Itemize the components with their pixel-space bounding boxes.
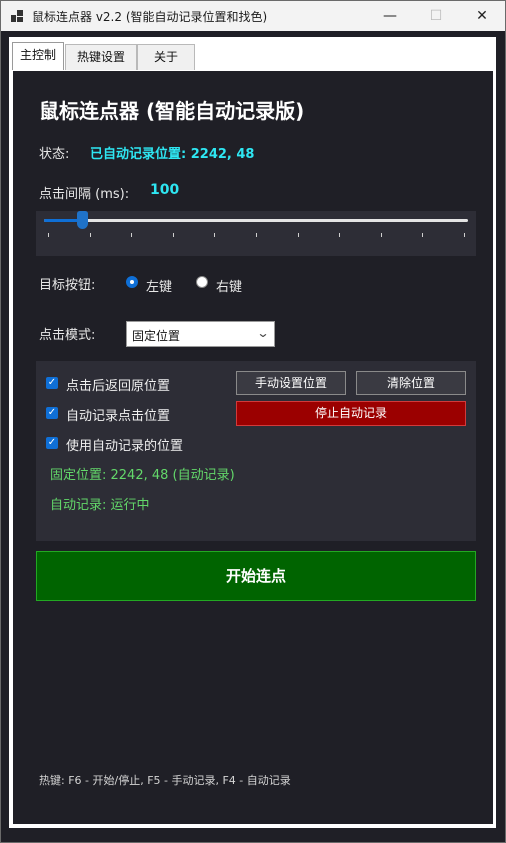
slider-tick [214,233,215,237]
slider-tick [422,233,423,237]
radio-left-label[interactable]: 左键 [146,276,172,295]
radio-right-button[interactable] [196,276,208,288]
click-mode-label: 点击模式: [39,328,96,343]
use-recorded-checkbox[interactable]: ✓ [46,437,58,449]
interval-label: 点击间隔 (ms): [39,187,130,202]
auto-record-label[interactable]: 自动记录点击位置 [66,405,170,424]
slider-tick [381,233,382,237]
slider-tick [173,233,174,237]
use-recorded-label[interactable]: 使用自动记录的位置 [66,435,183,454]
position-options-group: ✓ 点击后返回原位置 ✓ 自动记录点击位置 ✓ 使用自动记录的位置 手动设置位置… [36,361,476,541]
return-position-checkbox[interactable]: ✓ [46,377,58,389]
start-clicking-button[interactable]: 开始连点 [36,551,476,601]
auto-record-checkbox[interactable]: ✓ [46,407,58,419]
target-button-label: 目标按钮: [39,278,96,293]
stop-auto-record-button[interactable]: 停止自动记录 [236,401,466,426]
minimize-button[interactable]: — [367,1,413,31]
page-title: 鼠标连点器 (智能自动记录版) [39,99,305,123]
app-window: 鼠标连点器 v2.2 (智能自动记录位置和找色) — ☐ ✕ 主控制 热键设置 … [0,0,506,843]
slider-tick [339,233,340,237]
client-area: 主控制 热键设置 关于 鼠标连点器 (智能自动记录版) 状态: 已自动记录位置:… [9,37,496,828]
chevron-down-icon: ⌄ [256,326,270,340]
slider-tick [48,233,49,237]
click-mode-value: 固定位置 [132,329,181,343]
interval-slider[interactable] [36,211,476,256]
tab-about[interactable]: 关于 [137,44,195,70]
status-value: 已自动记录位置: 2242, 48 [90,147,255,162]
slider-tick [131,233,132,237]
radio-left-button[interactable] [126,276,138,288]
hotkeys-hint: 热键: F6 - 开始/停止, F5 - 手动记录, F4 - 自动记录 [39,774,291,787]
tab-hotkey-settings[interactable]: 热键设置 [65,44,137,70]
clear-position-button[interactable]: 清除位置 [356,371,466,395]
fixed-position-text: 固定位置: 2242, 48 (自动记录) [50,468,235,483]
main-control-panel: 鼠标连点器 (智能自动记录版) 状态: 已自动记录位置: 2242, 48 点击… [13,71,493,824]
return-position-label[interactable]: 点击后返回原位置 [66,375,170,394]
slider-tick [90,233,91,237]
slider-tick [464,233,465,237]
title-bar[interactable]: 鼠标连点器 v2.2 (智能自动记录位置和找色) — ☐ ✕ [1,1,505,31]
auto-record-status-text: 自动记录: 运行中 [50,498,150,513]
window-title: 鼠标连点器 v2.2 (智能自动记录位置和找色) [32,10,268,24]
slider-tick [256,233,257,237]
maximize-button[interactable]: ☐ [413,1,459,31]
slider-tick [298,233,299,237]
slider-thumb[interactable] [77,211,88,229]
status-label: 状态: [39,147,70,162]
close-button[interactable]: ✕ [459,1,505,31]
click-mode-select[interactable]: 固定位置 ⌄ [126,321,275,347]
interval-value: 100 [150,182,180,198]
radio-right-label[interactable]: 右键 [216,276,242,295]
tab-main-control[interactable]: 主控制 [12,42,64,70]
manual-set-position-button[interactable]: 手动设置位置 [236,371,346,395]
app-icon [11,10,23,22]
slider-track [44,211,468,229]
